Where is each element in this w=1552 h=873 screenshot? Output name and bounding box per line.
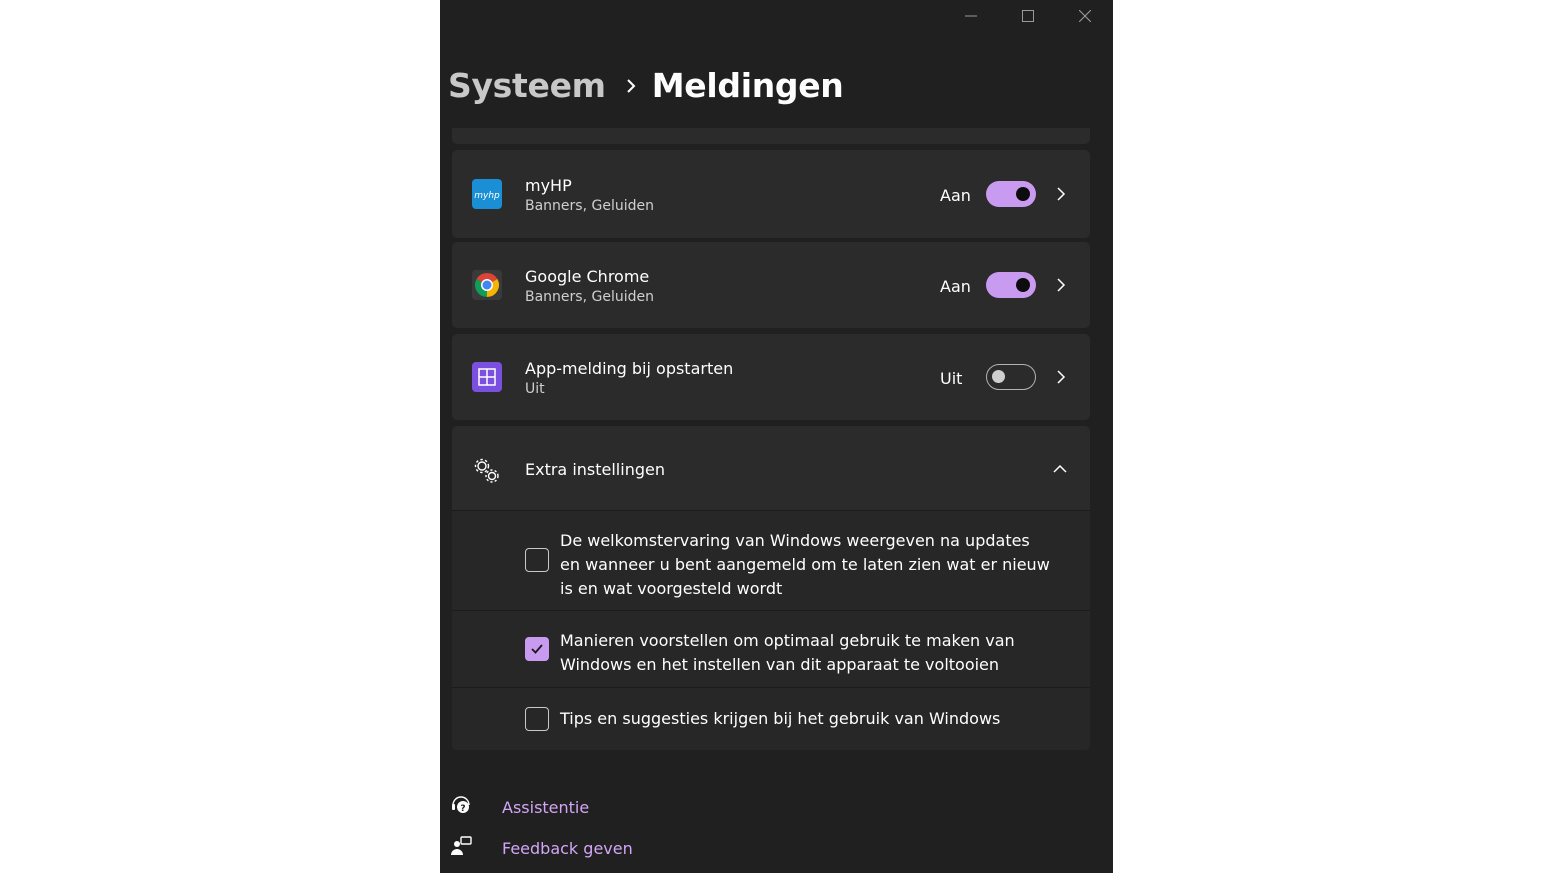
help-icon: ? (450, 794, 472, 820)
maximize-button[interactable] (999, 0, 1056, 32)
maximize-icon (1021, 10, 1034, 22)
extra-settings-expander: Extra instellingen De welkomstervaring v… (452, 426, 1090, 750)
app-row-myhp[interactable]: myhp myHP Banners, Geluiden Aan (452, 150, 1090, 238)
notifications-toggle[interactable] (986, 272, 1036, 298)
app-name: myHP (525, 176, 572, 195)
app-subtitle: Banners, Geluiden (525, 289, 654, 305)
option-suggest-ways[interactable]: Manieren voorstellen om optimaal gebruik… (452, 610, 1090, 687)
close-icon (1078, 10, 1091, 22)
feedback-link[interactable]: Feedback geven (450, 835, 633, 861)
app-row-startup-notification[interactable]: App-melding bij opstarten Uit Uit (452, 334, 1090, 420)
close-button[interactable] (1056, 0, 1113, 32)
myhp-logo-text: myhp (474, 191, 500, 201)
title-bar-controls (942, 0, 1113, 32)
app-subtitle: Banners, Geluiden (525, 198, 654, 214)
previous-card-edge (452, 128, 1090, 144)
myhp-icon: myhp (472, 179, 502, 209)
link-label[interactable]: Assistentie (502, 798, 589, 817)
startup-apps-icon (472, 362, 502, 392)
assistance-link[interactable]: ? Assistentie (450, 794, 589, 820)
checkbox[interactable] (525, 637, 549, 661)
option-label: Manieren voorstellen om optimaal gebruik… (560, 631, 1015, 674)
breadcrumb-parent-link[interactable]: Systeem (448, 66, 606, 105)
notifications-toggle[interactable] (986, 364, 1036, 390)
notifications-toggle[interactable] (986, 181, 1036, 207)
toggle-state-label: Uit (940, 369, 963, 388)
toggle-state-label: Aan (940, 277, 971, 296)
app-row-google-chrome[interactable]: Google Chrome Banners, Geluiden Aan (452, 242, 1090, 328)
checkbox[interactable] (525, 548, 549, 572)
chevron-right-icon (626, 78, 636, 94)
svg-text:?: ? (460, 804, 465, 814)
gears-icon (472, 456, 502, 490)
minimize-icon (964, 15, 977, 17)
chevron-right-icon[interactable] (1054, 369, 1068, 389)
breadcrumb: Systeem Meldingen (448, 66, 844, 105)
app-subtitle: Uit (525, 381, 545, 397)
extra-settings-header[interactable]: Extra instellingen (452, 426, 1090, 510)
chevron-right-icon[interactable] (1054, 186, 1068, 206)
option-label: Tips en suggesties krijgen bij het gebru… (560, 709, 1001, 728)
extra-settings-content: De welkomstervaring van Windows weergeve… (452, 510, 1090, 750)
option-welcome-experience[interactable]: De welkomstervaring van Windows weergeve… (452, 510, 1090, 610)
option-tips-suggestions[interactable]: Tips en suggesties krijgen bij het gebru… (452, 687, 1090, 750)
chevron-up-icon[interactable] (1052, 460, 1068, 479)
feedback-icon (450, 835, 472, 861)
settings-window: Systeem Meldingen myhp myHP Banners, Gel… (440, 0, 1113, 873)
option-label: De welkomstervaring van Windows weergeve… (560, 531, 1050, 598)
link-label[interactable]: Feedback geven (502, 839, 633, 858)
chrome-icon (472, 270, 502, 300)
app-name: App-melding bij opstarten (525, 359, 734, 378)
extra-settings-title: Extra instellingen (525, 460, 665, 479)
minimize-button[interactable] (942, 0, 999, 32)
checkmark-icon (531, 644, 543, 654)
checkbox[interactable] (525, 707, 549, 731)
chevron-right-icon[interactable] (1054, 277, 1068, 297)
toggle-state-label: Aan (940, 186, 971, 205)
page-title: Meldingen (651, 66, 844, 105)
app-name: Google Chrome (525, 267, 650, 286)
